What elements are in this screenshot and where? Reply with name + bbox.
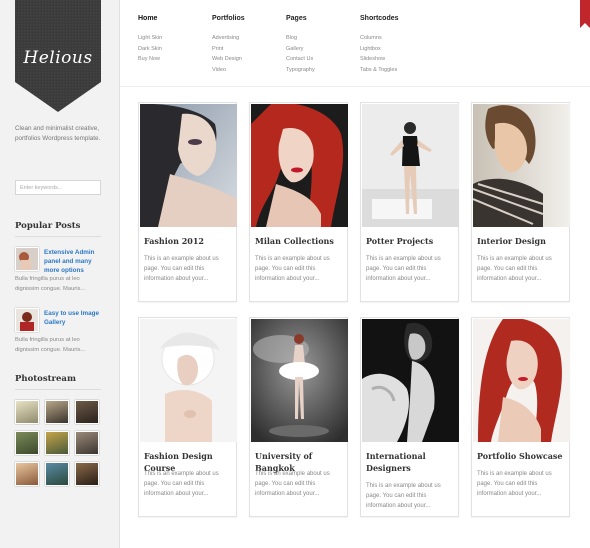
post-title-link[interactable]: Easy to use Image Gallery (44, 309, 104, 327)
card-description: This is an example about us page. You ca… (255, 471, 330, 497)
photostream-thumb[interactable] (15, 462, 39, 486)
nav-subitem[interactable]: Print (212, 44, 282, 55)
photostream-thumb[interactable] (75, 400, 99, 424)
nav-shortcodes-link[interactable]: Shortcodes (360, 15, 430, 33)
nav-subitem[interactable]: Lightbox (360, 44, 430, 55)
card-description: This is an example about us page. You ca… (366, 483, 441, 509)
nav-subitem[interactable]: Light Skin (138, 33, 208, 44)
portfolio-image[interactable] (473, 104, 570, 227)
post-excerpt: Bulla fringilla purus at leo dignissim c… (15, 337, 86, 353)
photostream-thumb[interactable] (45, 462, 69, 486)
tagline: Clean and minimalist creative, portfolio… (15, 125, 101, 142)
nav-subitem[interactable]: Typography (286, 65, 356, 76)
card-description: This is an example about us page. You ca… (144, 256, 219, 282)
divider (15, 389, 101, 390)
portfolio-image[interactable] (362, 319, 459, 442)
portfolio-image[interactable] (251, 104, 348, 227)
nav-subitem[interactable]: Columns (360, 33, 430, 44)
popular-post: Extensive Admin panel and many more opti… (15, 247, 105, 297)
photostream-thumb[interactable] (15, 400, 39, 424)
nav-subitem[interactable]: Web Design (212, 54, 282, 65)
post-excerpt: Bulla fringilla purus at leo dignissim c… (15, 276, 86, 292)
logo[interactable]: Helious (15, 48, 101, 68)
portfolio-card[interactable]: University of Bangkok This is an example… (249, 317, 348, 517)
portfolio-card[interactable]: Fashion Design Course This is an example… (138, 317, 237, 517)
search-input[interactable] (15, 180, 101, 195)
portfolio-image[interactable] (140, 104, 237, 227)
photostream-thumb[interactable] (45, 431, 69, 455)
nav-subitem[interactable]: Buy Now (138, 54, 208, 65)
portfolio-card[interactable]: Interior Design This is an example about… (471, 102, 570, 302)
card-description: This is an example about us page. You ca… (366, 256, 441, 282)
nav-pages-link[interactable]: Pages (286, 15, 356, 33)
nav-subitem[interactable]: Advertising (212, 33, 282, 44)
portfolio-card[interactable]: Fashion 2012 This is an example about us… (138, 102, 237, 302)
corner-ribbon (580, 0, 590, 28)
nav-subitem[interactable]: Gallery (286, 44, 356, 55)
card-title[interactable]: Portfolio Showcase (477, 450, 567, 462)
divider (15, 236, 101, 237)
nav-subitem[interactable]: Contact Us (286, 54, 356, 65)
post-thumbnail[interactable] (15, 247, 39, 271)
nav-home-link[interactable]: Home (138, 15, 208, 33)
portfolio-image[interactable] (473, 319, 570, 442)
nav-menu-pages: Pages Blog Gallery Contact Us Typography (286, 15, 356, 75)
post-thumbnail[interactable] (15, 308, 39, 332)
portfolio-image[interactable] (362, 104, 459, 227)
nav-menu-shortcodes: Shortcodes Columns Lightbox Slideshow Ta… (360, 15, 430, 75)
nav-subitem[interactable]: Blog (286, 33, 356, 44)
card-title[interactable]: Milan Collections (255, 235, 345, 247)
popular-post: Easy to use Image Gallery Bulla fringill… (15, 308, 105, 358)
divider (120, 86, 590, 87)
nav-subitem[interactable]: Dark Skin (138, 44, 208, 55)
sidebar: Helious Clean and minimalist creative, p… (0, 0, 120, 548)
card-description: This is an example about us page. You ca… (144, 471, 219, 497)
card-description: This is an example about us page. You ca… (255, 256, 330, 282)
photostream-thumb[interactable] (15, 431, 39, 455)
portfolio-card[interactable]: Milan Collections This is an example abo… (249, 102, 348, 302)
nav-menu-portfolios: Portfolios Advertising Print Web Design … (212, 15, 282, 75)
card-title[interactable]: Fashion 2012 (144, 235, 234, 247)
post-title-link[interactable]: Extensive Admin panel and many more opti… (44, 248, 104, 275)
card-title[interactable]: International Designers (366, 450, 456, 474)
portfolio-card[interactable]: Potter Projects This is an example about… (360, 102, 459, 302)
portfolio-image[interactable] (140, 319, 237, 442)
portfolio-card[interactable]: International Designers This is an examp… (360, 317, 459, 517)
nav-subitem[interactable]: Video (212, 65, 282, 76)
nav-menu-home: Home Light Skin Dark Skin Buy Now (138, 15, 208, 65)
photostream-thumb[interactable] (75, 462, 99, 486)
photostream-thumb[interactable] (45, 400, 69, 424)
card-description: This is an example about us page. You ca… (477, 256, 552, 282)
card-description: This is an example about us page. You ca… (477, 471, 552, 497)
photostream-thumb[interactable] (75, 431, 99, 455)
photostream-heading: Photostream (15, 374, 76, 384)
popular-posts-heading: Popular Posts (15, 221, 81, 231)
nav-subitem[interactable]: Tabs & Toggles (360, 65, 430, 76)
nav-subitem[interactable]: Slideshow (360, 54, 430, 65)
nav-portfolios-link[interactable]: Portfolios (212, 15, 282, 33)
portfolio-image[interactable] (251, 319, 348, 442)
card-title[interactable]: Interior Design (477, 235, 567, 247)
portfolio-card[interactable]: Portfolio Showcase This is an example ab… (471, 317, 570, 517)
card-title[interactable]: Potter Projects (366, 235, 456, 247)
